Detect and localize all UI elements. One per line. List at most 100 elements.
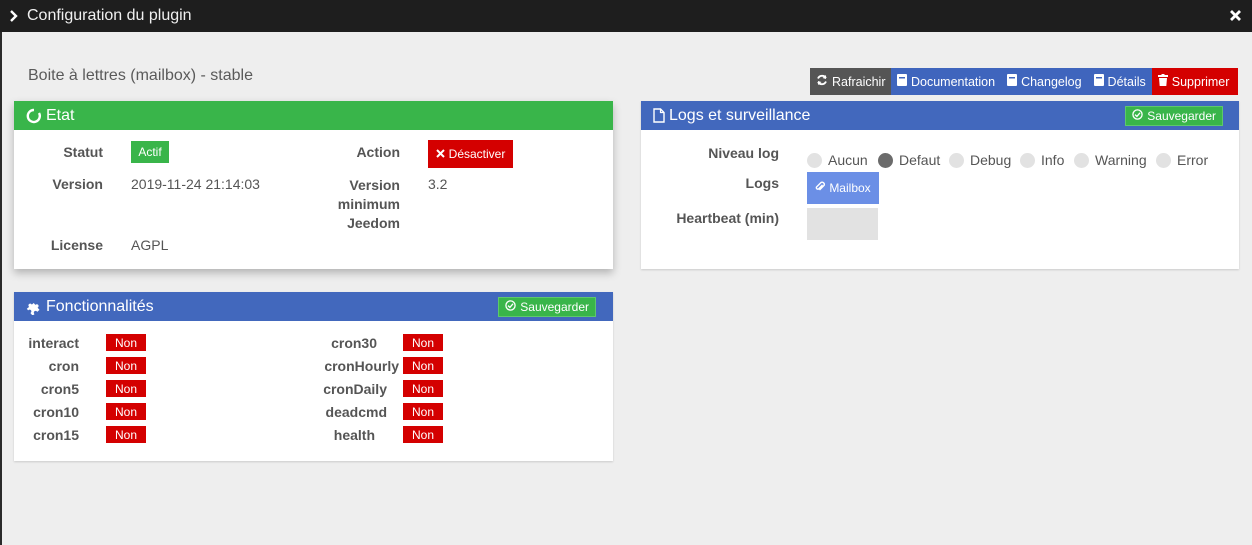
etat-title: Etat	[46, 106, 75, 124]
changelog-button[interactable]: Changelog	[1001, 68, 1088, 95]
delete-button[interactable]: Supprimer	[1151, 68, 1238, 95]
niveau-log-label: Niveau log	[708, 145, 779, 161]
close-icon[interactable]	[1229, 9, 1242, 27]
radio-dot	[807, 152, 822, 168]
refresh-icon	[816, 74, 828, 89]
refresh-button[interactable]: Rafraichir	[810, 68, 891, 95]
book-icon	[1093, 74, 1104, 89]
plugin-action-toolbar: Rafraichir Documentation Changelog Détai…	[810, 68, 1238, 95]
deactivate-button[interactable]: Désactiver	[428, 140, 513, 168]
documentation-button[interactable]: Documentation	[891, 68, 1002, 95]
statut-badge: Actif	[131, 141, 169, 163]
radio-debug-label: Debug	[970, 152, 1012, 168]
modal-title-bar: Configuration du plugin	[0, 0, 1252, 32]
version-label: Version	[52, 176, 103, 192]
puzzle-icon	[26, 299, 42, 315]
min-version-label-line3: Jeedom	[347, 215, 400, 231]
fonctionnalites-panel: Fonctionnalités Sauvegarder interact Non…	[14, 292, 613, 461]
fonctionnalites-save-label: Sauvegarder	[520, 300, 589, 314]
statut-label: Statut	[63, 144, 103, 160]
documentation-label: Documentation	[911, 74, 996, 89]
radio-info-label: Info	[1041, 152, 1065, 168]
refresh-label: Rafraichir	[832, 74, 886, 89]
details-label: Détails	[1107, 74, 1146, 89]
feature-status-badge: Non	[403, 403, 443, 420]
fonctionnalites-title: Fonctionnalités	[46, 297, 154, 315]
feature-name: interact	[28, 335, 79, 351]
radio-dot	[1020, 152, 1035, 168]
min-version-value: 3.2	[428, 176, 448, 192]
radio-info[interactable]: Info	[1020, 152, 1064, 168]
min-version-label: Version minimum Jeedom	[338, 176, 400, 233]
heartbeat-input[interactable]	[807, 208, 878, 240]
check-circle-icon	[1132, 109, 1144, 123]
heartbeat-label: Heartbeat (min)	[676, 210, 779, 226]
modal-title: Configuration du plugin	[27, 7, 192, 24]
feature-name: cronHourly	[324, 358, 399, 374]
radio-warning-label: Warning	[1095, 152, 1147, 168]
min-version-label-line1: Version	[349, 177, 400, 193]
version-value: 2019-11-24 21:14:03	[131, 176, 260, 192]
window-edge	[0, 32, 2, 545]
radio-error[interactable]: Error	[1156, 152, 1208, 168]
feature-status-badge: Non	[403, 334, 443, 351]
min-version-label-line2: minimum	[337, 196, 400, 212]
trash-icon	[1157, 74, 1168, 89]
logs-panel-header: Logs et surveillance Sauvegarder	[641, 101, 1239, 130]
paperclip-icon	[815, 181, 826, 195]
book-icon	[1007, 74, 1018, 89]
feature-status-badge: Non	[403, 357, 443, 374]
changelog-label: Changelog	[1021, 74, 1082, 89]
etat-panel-header: Etat	[14, 101, 613, 130]
deactivate-label: Désactiver	[448, 147, 506, 161]
details-button[interactable]: Détails	[1087, 68, 1152, 95]
radio-warning[interactable]: Warning	[1074, 152, 1147, 168]
radio-aucun[interactable]: Aucun	[807, 152, 868, 168]
feature-status-badge: Non	[403, 426, 443, 443]
feature-name: deadcmd	[325, 404, 387, 420]
radio-debug[interactable]: Debug	[949, 152, 1011, 168]
action-label: Action	[356, 144, 400, 160]
mailbox-log-label: Mailbox	[829, 181, 871, 195]
fonctionnalites-save-button[interactable]: Sauvegarder	[498, 297, 596, 317]
logs-panel: Logs et surveillance Sauvegarder Niveau …	[641, 101, 1239, 269]
mailbox-log-button[interactable]: Mailbox	[807, 172, 879, 204]
book-icon	[897, 74, 907, 89]
fonctionnalites-panel-header: Fonctionnalités Sauvegarder	[14, 292, 613, 321]
logs-label: Logs	[745, 175, 779, 191]
check-circle-icon	[505, 300, 517, 314]
feature-status-badge: Non	[106, 403, 146, 420]
radio-dot	[1074, 152, 1089, 168]
radio-aucun-label: Aucun	[828, 152, 868, 168]
radio-defaut[interactable]: Defaut	[878, 152, 940, 168]
license-value: AGPL	[131, 237, 169, 253]
feature-name: cron15	[33, 427, 79, 443]
logs-title: Logs et surveillance	[669, 106, 811, 124]
feature-status-badge: Non	[106, 357, 146, 374]
license-label: License	[50, 237, 103, 253]
feature-name: cronDaily	[323, 381, 387, 397]
logs-save-button[interactable]: Sauvegarder	[1125, 106, 1223, 126]
radio-dot	[1156, 152, 1171, 168]
feature-name: cron30	[331, 335, 377, 351]
file-icon	[653, 108, 665, 123]
chevron-right-icon	[9, 9, 19, 28]
logs-save-label: Sauvegarder	[1147, 109, 1216, 123]
delete-label: Supprimer	[1171, 74, 1230, 89]
radio-error-label: Error	[1177, 152, 1209, 168]
feature-name: cron10	[33, 404, 79, 420]
circle-notch-icon	[26, 108, 42, 124]
feature-status-badge: Non	[106, 426, 146, 443]
feature-status-badge: Non	[106, 334, 146, 351]
feature-status-badge: Non	[106, 380, 146, 397]
feature-name: health	[333, 427, 375, 443]
feature-status-badge: Non	[403, 380, 443, 397]
plugin-title: Boite à lettres (mailbox) - stable	[28, 67, 253, 84]
radio-defaut-label: Defaut	[899, 152, 941, 168]
feature-name: cron	[48, 358, 79, 374]
feature-name: cron5	[40, 381, 79, 397]
etat-panel: Etat Statut Actif Action Désactiver Vers…	[14, 101, 613, 269]
radio-dot	[949, 152, 964, 168]
times-icon	[435, 147, 445, 161]
radio-dot-selected	[878, 152, 893, 168]
